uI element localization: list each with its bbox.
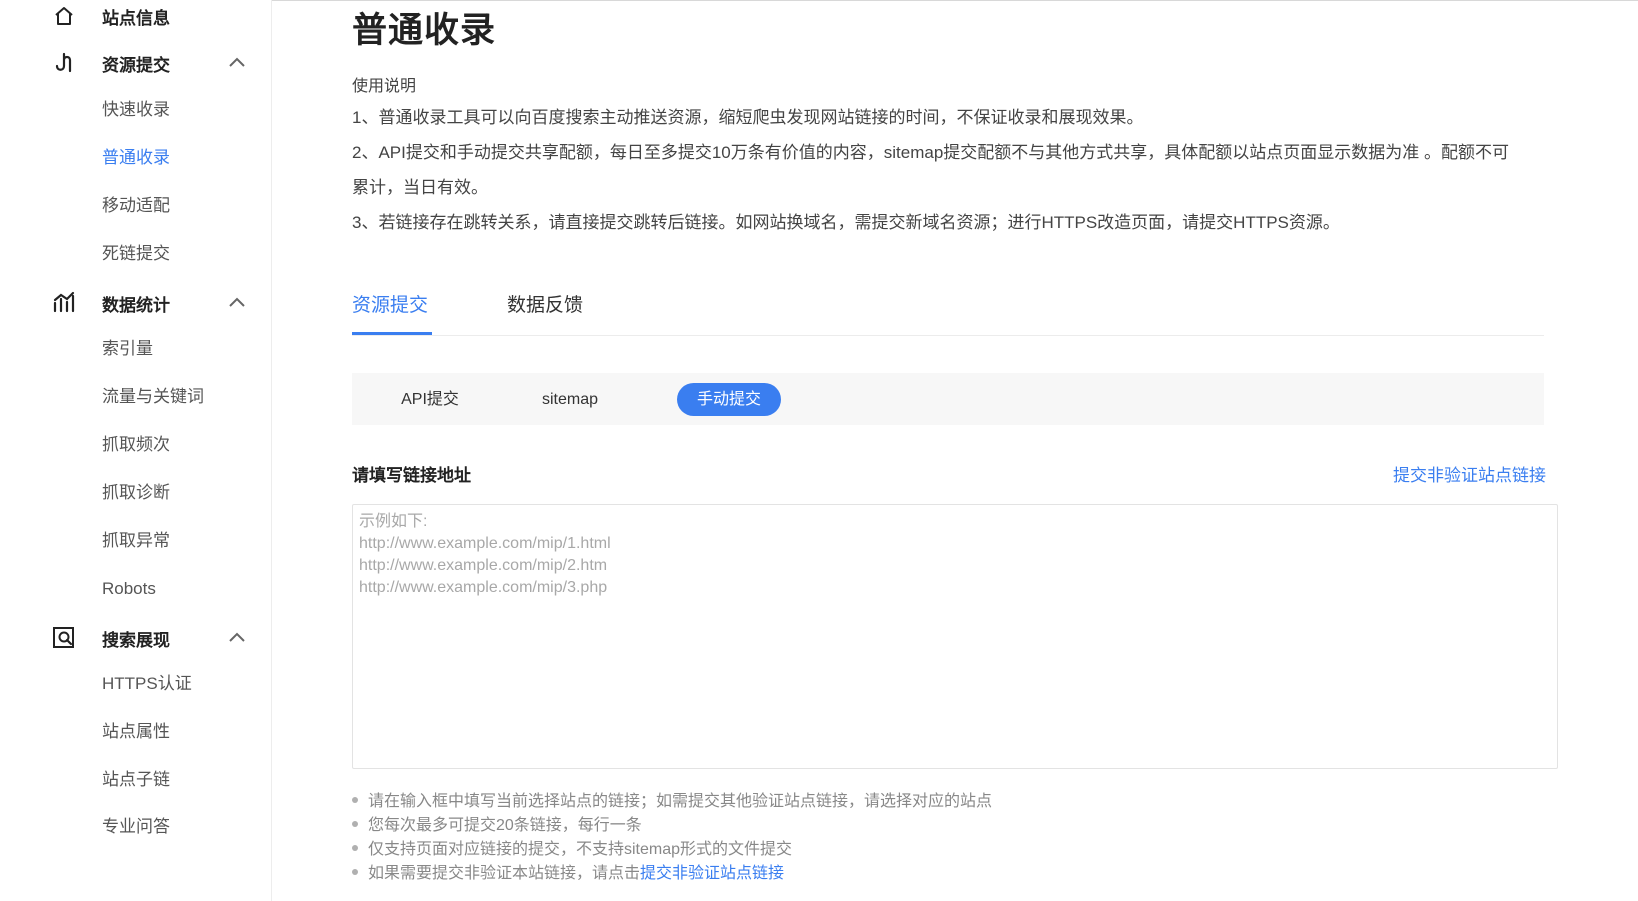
link-field-label: 请填写链接地址	[352, 466, 471, 485]
sidebar-item-index-count[interactable]: 索引量	[102, 337, 153, 361]
stats-icon	[52, 291, 76, 315]
usage-title: 使用说明	[352, 78, 417, 95]
sidebar-item-crawl-errors[interactable]: 抓取异常	[102, 529, 170, 553]
main-content: 普通收录 使用说明 1、普通收录工具可以向百度搜索主动推送资源，缩短爬虫发现网站…	[352, 0, 1562, 901]
sidebar-group-search-display[interactable]: 搜索展现	[0, 623, 272, 653]
usage-line: 累计，当日有效。	[352, 178, 488, 197]
home-icon	[52, 4, 76, 28]
usage-line: 1、普通收录工具可以向百度搜索主动推送资源，缩短爬虫发现网站链接的时间，不保证收…	[352, 108, 1144, 127]
bullet-icon	[352, 797, 358, 804]
sidebar-item-quick-index[interactable]: 快速收录	[102, 98, 170, 122]
chevron-up-icon[interactable]	[227, 293, 247, 313]
sidebar-item-expert-qa[interactable]: 专业问答	[102, 815, 170, 839]
sidebar-group-label: 站点信息	[102, 8, 170, 28]
page-title: 普通收录	[352, 11, 497, 50]
tab-data-feedback[interactable]: 数据反馈	[507, 290, 583, 326]
sidebar-group-label: 资源提交	[102, 55, 170, 75]
chevron-up-icon[interactable]	[227, 628, 247, 648]
submit-method-switch: API提交 sitemap 手动提交	[352, 373, 1544, 425]
sidebar: 站点信息 资源提交 快速收录 普通收录 移动适配 死链提交 数据统计 索引量 流…	[0, 0, 272, 901]
note-item: 仅支持页面对应链接的提交，不支持sitemap形式的文件提交	[352, 838, 792, 862]
subtab-sitemap[interactable]: sitemap	[522, 383, 618, 416]
sidebar-item-dead-link[interactable]: 死链提交	[102, 242, 170, 266]
note-submit-unverified-link[interactable]: 提交非验证站点链接	[640, 865, 784, 882]
usage-line: 3、若链接存在跳转关系，请直接提交跳转后链接。如网站换域名，需提交新域名资源；进…	[352, 213, 1340, 232]
submit-icon	[52, 51, 76, 75]
sidebar-item-traffic-keywords[interactable]: 流量与关键词	[102, 385, 204, 409]
bullet-icon	[352, 869, 358, 876]
subtab-api[interactable]: API提交	[382, 383, 478, 416]
sidebar-group-label: 数据统计	[102, 295, 170, 315]
subtab-manual[interactable]: 手动提交	[677, 383, 781, 416]
note-item: 请在输入框中填写当前选择站点的链接；如需提交其他验证站点链接，请选择对应的站点	[352, 790, 992, 814]
bullet-icon	[352, 845, 358, 852]
active-tab-indicator	[352, 332, 432, 335]
sidebar-group-site-info[interactable]: 站点信息	[0, 1, 272, 31]
sidebar-group-data-stats[interactable]: 数据统计	[0, 288, 272, 318]
sidebar-item-https-cert[interactable]: HTTPS认证	[102, 672, 192, 696]
search-display-icon	[52, 626, 76, 650]
sidebar-group-resource-submit[interactable]: 资源提交	[0, 48, 272, 78]
tab-resource-submit[interactable]: 资源提交	[352, 290, 428, 326]
sidebar-item-site-attributes[interactable]: 站点属性	[102, 720, 170, 744]
sidebar-item-crawl-diagnosis[interactable]: 抓取诊断	[102, 481, 170, 505]
sidebar-item-mobile-adapt[interactable]: 移动适配	[102, 194, 170, 218]
link-input-textarea[interactable]	[352, 504, 1558, 769]
chevron-up-icon[interactable]	[227, 53, 247, 73]
bullet-icon	[352, 821, 358, 828]
note-item: 如果需要提交非验证本站链接，请点击提交非验证站点链接	[352, 862, 784, 886]
usage-line: 2、API提交和手动提交共享配额，每日至多提交10万条有价值的内容，sitema…	[352, 143, 1510, 162]
sidebar-group-label: 搜索展现	[102, 630, 170, 650]
sidebar-item-site-sublinks[interactable]: 站点子链	[102, 768, 170, 792]
sidebar-item-normal-index[interactable]: 普通收录	[102, 146, 170, 170]
tab-bar: 资源提交 数据反馈	[352, 282, 1544, 336]
submit-unverified-link[interactable]: 提交非验证站点链接	[1393, 461, 1546, 486]
sidebar-item-robots[interactable]: Robots	[102, 577, 156, 601]
sidebar-item-crawl-frequency[interactable]: 抓取频次	[102, 433, 170, 457]
note-item: 您每次最多可提交20条链接，每行一条	[352, 814, 642, 838]
